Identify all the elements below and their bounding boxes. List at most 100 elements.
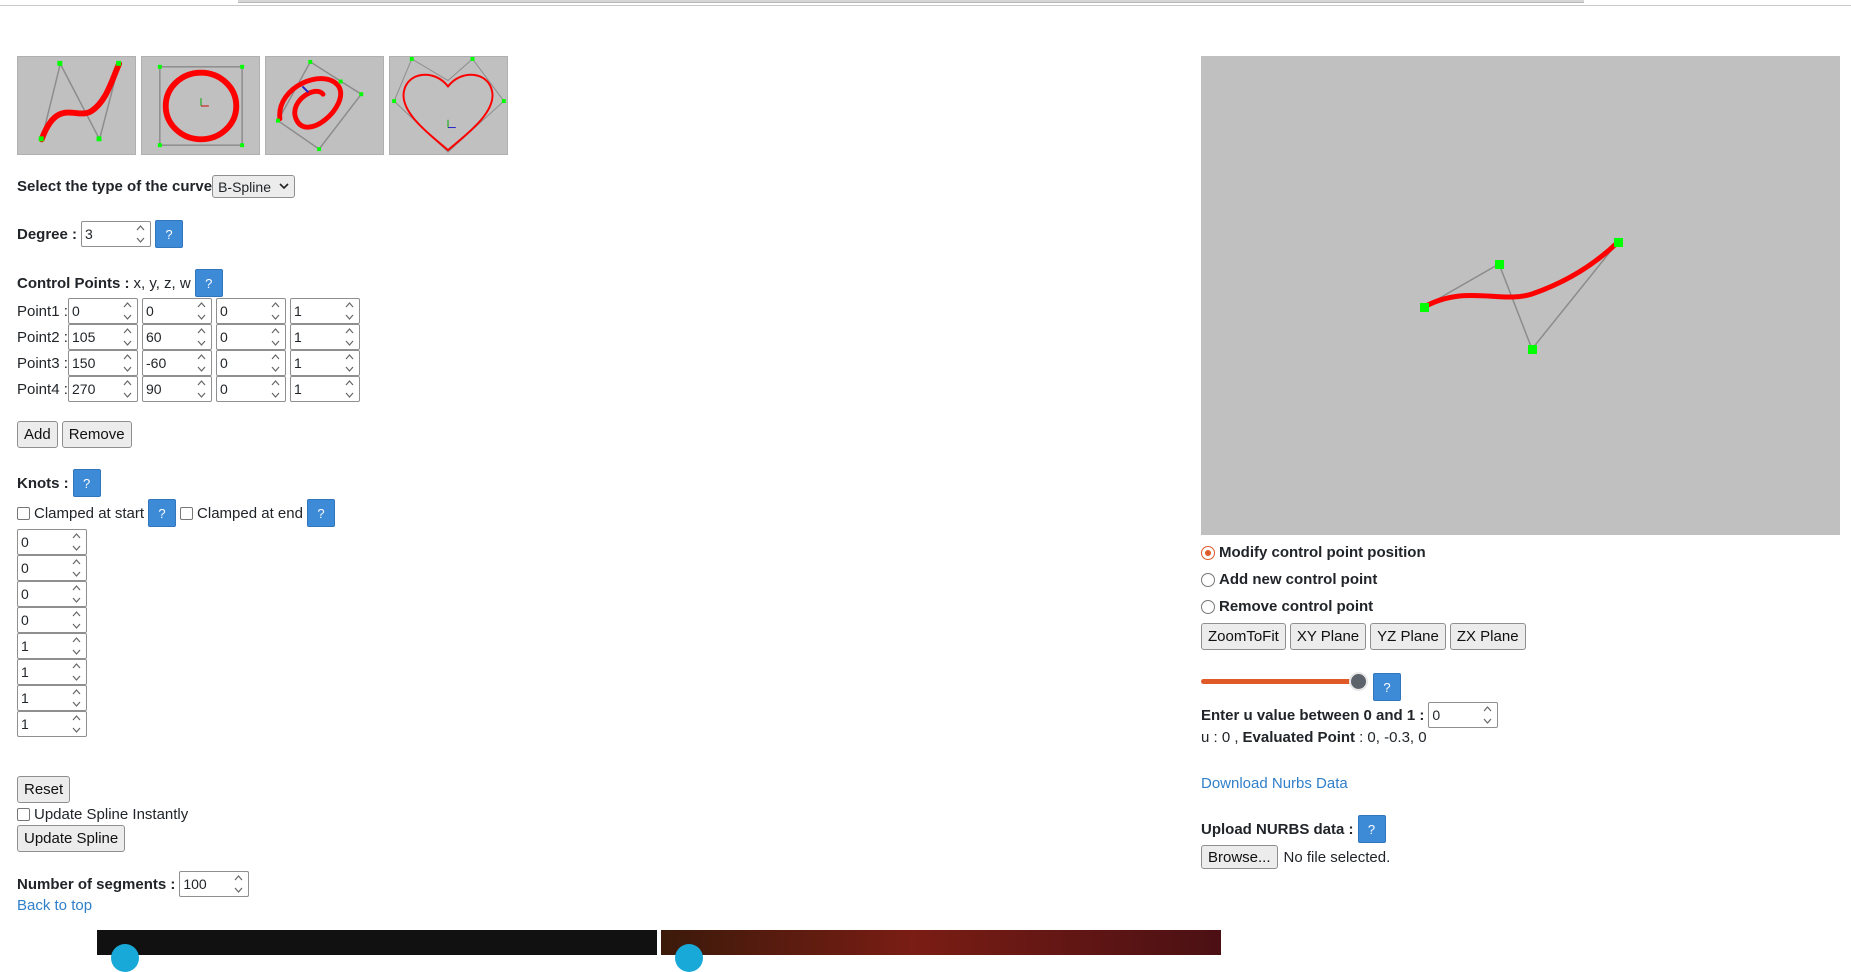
browse-button[interactable]: Browse... — [1201, 845, 1278, 869]
preset-circle[interactable] — [141, 56, 260, 155]
clamped-end-help-button[interactable]: ? — [306, 499, 335, 527]
point-z-input[interactable]: 0 — [216, 350, 286, 376]
mode-remove-label: Remove control point — [1219, 598, 1374, 615]
spinner-icon[interactable] — [344, 380, 355, 398]
u-slider-help-button[interactable]: ? — [1373, 673, 1401, 701]
point-y-input[interactable]: -60 — [142, 350, 212, 376]
spinner-icon[interactable] — [71, 663, 82, 681]
clamped-start-checkbox[interactable] — [17, 506, 30, 520]
spinner-icon[interactable] — [233, 875, 244, 893]
point-x-input[interactable]: 105 — [68, 324, 138, 350]
preset-spiral[interactable] — [265, 56, 384, 155]
knot-input[interactable]: 1 — [17, 659, 87, 685]
preset-heart[interactable] — [389, 56, 508, 155]
spinner-icon[interactable] — [71, 585, 82, 603]
point-w-input[interactable]: 1 — [290, 298, 360, 324]
curve-viewport[interactable] — [1201, 56, 1840, 535]
spinner-icon[interactable] — [196, 302, 207, 320]
mode-modify[interactable]: Modify control point position — [1201, 544, 1426, 561]
spinner-icon[interactable] — [270, 302, 281, 320]
upload-help-button[interactable]: ? — [1357, 815, 1386, 843]
spinner-icon[interactable] — [270, 328, 281, 346]
point-x-input[interactable]: 0 — [68, 298, 138, 324]
spinner-icon[interactable] — [1482, 706, 1493, 724]
point-x-input[interactable]: 270 — [68, 376, 138, 402]
xy-plane-button[interactable]: XY Plane — [1289, 623, 1367, 650]
point-z-input[interactable]: 0 — [216, 376, 286, 402]
u-slider[interactable] — [1201, 679, 1361, 684]
point-z-input[interactable]: 0 — [216, 324, 286, 350]
knot-input[interactable]: 0 — [17, 555, 87, 581]
clamped-start-help-button[interactable]: ? — [148, 499, 177, 527]
spinner-icon[interactable] — [122, 328, 133, 346]
mode-remove[interactable]: Remove control point — [1201, 598, 1373, 615]
spinner-icon[interactable] — [135, 225, 146, 243]
add-point-button[interactable]: Add — [17, 421, 58, 448]
spinner-icon[interactable] — [196, 328, 207, 346]
zx-plane-button[interactable]: ZX Plane — [1449, 623, 1526, 650]
knot-input[interactable]: 0 — [17, 607, 87, 633]
point-w-input[interactable]: 1 — [290, 376, 360, 402]
point-x-input[interactable]: 150 — [68, 350, 138, 376]
control-point-marker — [1614, 238, 1623, 247]
mode-modify-radio[interactable] — [1201, 545, 1215, 560]
reset-button[interactable]: Reset — [17, 776, 71, 803]
spinner-icon[interactable] — [71, 559, 82, 577]
zoom-to-fit-button[interactable]: ZoomToFit — [1201, 623, 1286, 650]
degree-input[interactable]: 3 — [81, 221, 152, 247]
mode-remove-radio[interactable] — [1201, 599, 1215, 614]
evaluated-prefix: u : 0 , — [1201, 729, 1239, 746]
remove-point-button[interactable]: Remove — [61, 421, 132, 448]
curve-canvas[interactable] — [1201, 56, 1840, 535]
control-points-help-button[interactable]: ? — [194, 269, 223, 297]
knot-input[interactable]: 1 — [17, 633, 87, 659]
horizontal-scrollbar[interactable] — [0, 0, 1851, 6]
point-w-input[interactable]: 1 — [290, 350, 360, 376]
video-embed-1[interactable] — [97, 930, 657, 972]
update-instantly-checkbox[interactable] — [17, 808, 30, 821]
spinner-icon[interactable] — [71, 637, 82, 655]
update-spline-button[interactable]: Update Spline — [17, 825, 126, 852]
spinner-icon[interactable] — [196, 380, 207, 398]
segments-input[interactable]: 100 — [179, 871, 250, 897]
spinner-icon[interactable] — [71, 533, 82, 551]
preset-s-curve[interactable] — [17, 56, 136, 155]
point-y-value: 90 — [146, 381, 162, 397]
spinner-icon[interactable] — [344, 328, 355, 346]
spinner-icon[interactable] — [344, 354, 355, 372]
spinner-icon[interactable] — [71, 689, 82, 707]
spinner-icon[interactable] — [71, 611, 82, 629]
knot-input[interactable]: 1 — [17, 685, 87, 711]
download-nurbs-link[interactable]: Download Nurbs Data — [1201, 775, 1348, 792]
spinner-icon[interactable] — [122, 302, 133, 320]
back-to-top-link[interactable]: Back to top — [17, 897, 92, 914]
mode-add[interactable]: Add new control point — [1201, 571, 1377, 588]
u-slider-thumb[interactable] — [1349, 672, 1368, 691]
scrollbar-thumb[interactable] — [238, 0, 1584, 3]
spinner-icon[interactable] — [122, 354, 133, 372]
curve-type-select[interactable]: B-Spline — [212, 175, 296, 198]
degree-help-button[interactable]: ? — [155, 220, 184, 248]
video-embed-2[interactable] — [661, 930, 1221, 972]
knots-label: Knots : — [17, 474, 69, 492]
spinner-icon[interactable] — [344, 302, 355, 320]
clamped-end-checkbox[interactable] — [180, 506, 194, 520]
knot-input[interactable]: 0 — [17, 529, 87, 555]
spinner-icon[interactable] — [270, 380, 281, 398]
mode-add-radio[interactable] — [1201, 572, 1215, 587]
point-y-input[interactable]: 90 — [142, 376, 212, 402]
yz-plane-button[interactable]: YZ Plane — [1370, 623, 1446, 650]
knot-input[interactable]: 0 — [17, 581, 87, 607]
point-y-input[interactable]: 0 — [142, 298, 212, 324]
u-input[interactable]: 0 — [1428, 702, 1499, 728]
spinner-icon[interactable] — [71, 715, 82, 733]
spinner-icon[interactable] — [196, 354, 207, 372]
knots-help-button[interactable]: ? — [72, 469, 101, 497]
knot-input[interactable]: 1 — [17, 711, 87, 737]
spinner-icon[interactable] — [122, 380, 133, 398]
spinner-icon[interactable] — [270, 354, 281, 372]
point-w-input[interactable]: 1 — [290, 324, 360, 350]
point-y-input[interactable]: 60 — [142, 324, 212, 350]
reset-row: Reset — [17, 776, 71, 803]
point-z-input[interactable]: 0 — [216, 298, 286, 324]
